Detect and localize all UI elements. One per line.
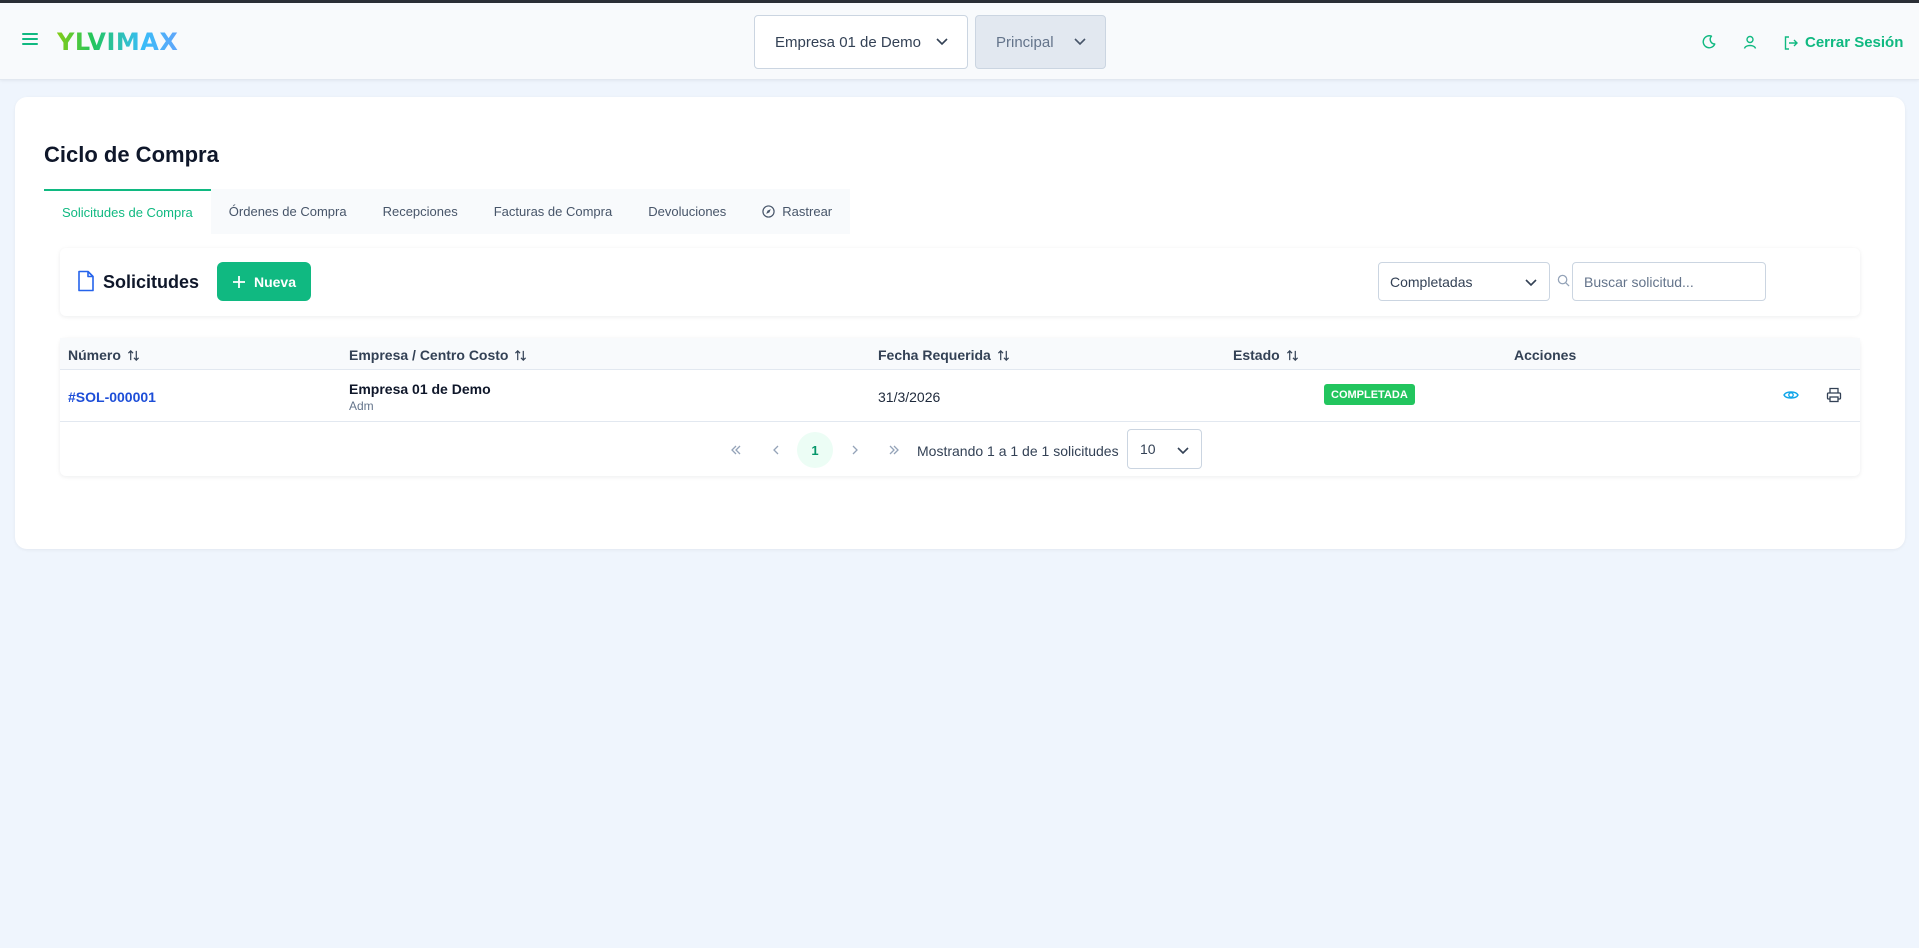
last-page-button[interactable]	[876, 432, 912, 468]
column-label: Fecha Requerida	[878, 347, 991, 363]
menu-icon[interactable]	[22, 33, 38, 49]
branch-select[interactable]: Principal	[975, 15, 1106, 69]
column-label: Número	[68, 347, 121, 363]
column-header-fecha[interactable]: Fecha Requerida	[878, 347, 1010, 363]
tab-label: Recepciones	[382, 204, 458, 219]
compass-icon	[762, 205, 775, 218]
tab-recepciones[interactable]: Recepciones	[365, 189, 476, 234]
tab-label: Órdenes de Compra	[228, 204, 347, 219]
page-button-current[interactable]: 1	[797, 432, 833, 468]
cost-center: Adm	[349, 399, 374, 413]
tab-solicitudes-de-compra[interactable]: Solicitudes de Compra	[44, 189, 211, 234]
column-header-numero[interactable]: Número	[68, 347, 140, 363]
user-icon[interactable]	[1742, 34, 1758, 50]
tab-label: Rastrear	[782, 204, 833, 219]
main-card	[15, 97, 1905, 549]
new-request-label: Nueva	[253, 273, 297, 290]
moon-icon[interactable]	[1701, 34, 1717, 50]
branch-select-value: Principal	[996, 33, 1054, 51]
logout-label: Cerrar Sesión	[1805, 34, 1904, 51]
chevrons-left-icon	[731, 445, 741, 455]
document-icon	[78, 270, 94, 292]
status-filter-value: Completadas	[1390, 273, 1473, 290]
column-label: Empresa / Centro Costo	[349, 347, 509, 363]
sort-icon	[515, 349, 527, 361]
column-label: Acciones	[1514, 347, 1577, 363]
app-logo: YLVIMAX	[57, 28, 179, 56]
column-label: Estado	[1233, 347, 1280, 363]
section-title: Solicitudes	[103, 272, 200, 292]
table-row: #SOL-000001 Empresa 01 de Demo Adm 31/3/…	[60, 370, 1860, 422]
tab-devoluciones[interactable]: Devoluciones	[630, 189, 744, 234]
view-icon[interactable]	[1783, 387, 1799, 403]
request-number-link[interactable]: #SOL-000001	[68, 389, 156, 405]
plus-icon	[232, 275, 245, 288]
company-name: Empresa 01 de Demo	[349, 381, 491, 397]
search-input[interactable]	[1572, 262, 1766, 301]
sort-icon	[127, 349, 139, 361]
chevrons-right-icon	[889, 445, 899, 455]
column-header-estado[interactable]: Estado	[1233, 347, 1299, 363]
next-page-button[interactable]	[837, 432, 873, 468]
print-icon[interactable]	[1826, 387, 1842, 403]
chevron-down-icon	[1074, 38, 1086, 46]
tab-label: Facturas de Compra	[493, 204, 613, 219]
previous-page-button[interactable]	[758, 432, 794, 468]
top-navbar: YLVIMAX Empresa 01 de Demo Principal Cer…	[0, 3, 1919, 80]
status-badge: COMPLETADA	[1324, 384, 1415, 405]
new-request-button[interactable]: Nueva	[217, 262, 311, 301]
column-header-acciones: Acciones	[1514, 347, 1576, 363]
chevron-right-icon	[852, 445, 858, 455]
chevron-down-icon	[1525, 279, 1537, 287]
requests-table: Número Empresa / Centro Costo Fecha Requ…	[60, 338, 1860, 476]
status-filter-select[interactable]: Completadas	[1378, 262, 1550, 301]
sort-icon	[1286, 349, 1298, 361]
requests-toolbar: Solicitudes Nueva Completadas	[60, 248, 1860, 316]
page-title: Ciclo de Compra	[44, 142, 219, 167]
logout-icon	[1784, 35, 1798, 50]
search-icon	[1557, 274, 1570, 287]
tab-rastrear[interactable]: Rastrear	[744, 189, 850, 234]
tab-bar: Solicitudes de Compra Órdenes de Compra …	[44, 189, 851, 234]
company-select[interactable]: Empresa 01 de Demo	[754, 15, 968, 69]
chevron-left-icon	[773, 445, 779, 455]
sort-icon	[997, 349, 1009, 361]
required-date: 31/3/2026	[878, 389, 941, 405]
tab-facturas-de-compra[interactable]: Facturas de Compra	[476, 189, 631, 234]
page-size-select[interactable]: 10	[1127, 429, 1202, 469]
pagination-summary: Mostrando 1 a 1 de 1 solicitudes	[917, 443, 1119, 459]
first-page-button[interactable]	[718, 432, 754, 468]
tab-ordenes-de-compra[interactable]: Órdenes de Compra	[211, 189, 365, 234]
tab-label: Devoluciones	[648, 204, 727, 219]
table-header: Número Empresa / Centro Costo Fecha Requ…	[60, 338, 1860, 370]
company-select-value: Empresa 01 de Demo	[775, 33, 921, 51]
tab-label: Solicitudes de Compra	[62, 205, 193, 220]
logout-button[interactable]: Cerrar Sesión	[1783, 34, 1903, 51]
pagination: 1 Mostrando 1 a 1 de 1 solicitudes 10	[60, 422, 1860, 476]
column-header-empresa[interactable]: Empresa / Centro Costo	[349, 347, 527, 363]
chevron-down-icon	[1177, 447, 1189, 455]
chevron-down-icon	[936, 38, 948, 46]
page-size-value: 10	[1140, 441, 1156, 457]
